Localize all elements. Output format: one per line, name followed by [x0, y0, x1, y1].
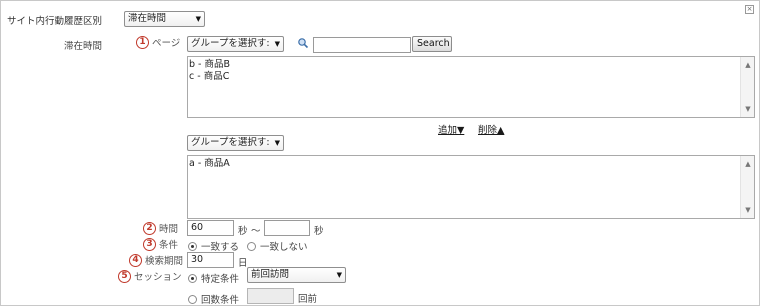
- scroll-down-icon[interactable]: ▼: [741, 204, 755, 216]
- list-scrollbar[interactable]: ▲ ▼: [740, 57, 754, 117]
- scroll-down-icon[interactable]: ▼: [741, 103, 755, 115]
- period-input[interactable]: 30: [187, 252, 234, 268]
- session-row-label: 5 セッション: [118, 269, 182, 283]
- available-pages-list[interactable]: b - 商品B c - 商品C ▲ ▼: [187, 56, 755, 118]
- condition-row-label: 3 条件: [143, 237, 178, 251]
- behavior-type-label: サイト内行動履歴区別: [7, 16, 103, 27]
- time-to-unit: 秒: [314, 226, 324, 237]
- period-row-label: 4 検索期間: [129, 253, 183, 267]
- time-row-label: 2 時間: [143, 221, 178, 235]
- chevron-down-icon: ▼: [195, 15, 201, 23]
- behavior-type-value: 滞在時間: [128, 13, 167, 24]
- radio-unchecked-icon[interactable]: [188, 294, 197, 304]
- search-icon: [298, 38, 309, 49]
- search-button[interactable]: Search: [412, 36, 452, 52]
- selected-group-select[interactable]: グループを選択す: ▼: [187, 135, 284, 151]
- session-specific-label: 特定条件: [201, 274, 240, 285]
- session-specific-radio[interactable]: 特定条件: [188, 271, 239, 285]
- time-from-unit: 秒: [238, 226, 248, 237]
- condition-match-radio[interactable]: 一致する: [188, 239, 239, 253]
- time-tilde: ～: [251, 226, 261, 237]
- time-to-input[interactable]: [264, 220, 310, 236]
- radio-unchecked-icon[interactable]: [247, 241, 256, 251]
- search-input[interactable]: [313, 37, 411, 53]
- delete-button[interactable]: 削除▲: [478, 122, 504, 136]
- chevron-down-icon: ▼: [274, 40, 280, 48]
- selected-group-value: グループを選択す:: [191, 137, 270, 148]
- session-count-label: 回数条件: [201, 295, 240, 306]
- list-item[interactable]: b - 商品B: [189, 59, 738, 71]
- step-number-badge: 4: [129, 253, 142, 267]
- close-icon[interactable]: ×: [745, 5, 754, 14]
- page-label-text: ページ: [152, 38, 181, 49]
- session-specific-select[interactable]: 前回訪問 ▼: [247, 267, 346, 283]
- time-label-text: 時間: [159, 224, 179, 235]
- condition-nomatch-radio[interactable]: 一致しない: [247, 239, 308, 253]
- condition-label-text: 条件: [159, 240, 179, 251]
- step-number-badge: 3: [143, 237, 156, 251]
- radio-checked-icon[interactable]: [188, 273, 197, 283]
- list-item[interactable]: c - 商品C: [189, 71, 738, 83]
- chevron-down-icon: ▼: [274, 139, 280, 147]
- behavior-filter-panel: × サイト内行動履歴区別 滞在時間 ▼ 滞在時間 1 ページ グループを選択す:…: [0, 0, 760, 306]
- session-label-text: セッション: [134, 272, 182, 283]
- period-label-text: 検索期間: [145, 256, 184, 267]
- list-scrollbar[interactable]: ▲ ▼: [740, 156, 754, 218]
- scroll-up-icon[interactable]: ▲: [741, 59, 755, 71]
- time-from-input[interactable]: 60: [187, 220, 234, 236]
- condition-nomatch-label: 一致しない: [260, 242, 308, 253]
- session-specific-value: 前回訪問: [251, 269, 290, 280]
- period-unit: 日: [238, 258, 248, 269]
- session-count-input[interactable]: [247, 288, 294, 304]
- section-label: 滞在時間: [64, 41, 103, 52]
- step-number-badge: 1: [136, 35, 149, 49]
- session-count-radio[interactable]: 回数条件: [188, 292, 239, 306]
- chevron-down-icon: ▼: [336, 271, 342, 279]
- step-number-badge: 5: [118, 269, 131, 283]
- scroll-up-icon[interactable]: ▲: [741, 158, 755, 170]
- page-row-label: 1 ページ: [136, 35, 180, 49]
- radio-checked-icon[interactable]: [188, 241, 197, 251]
- step-number-badge: 2: [143, 221, 156, 235]
- selected-pages-list[interactable]: a - 商品A ▲ ▼: [187, 155, 755, 219]
- session-count-unit: 回前: [298, 294, 318, 305]
- page-group-value: グループを選択す:: [191, 38, 270, 49]
- condition-match-label: 一致する: [201, 242, 240, 253]
- add-button[interactable]: 追加▼: [438, 122, 464, 136]
- behavior-type-select[interactable]: 滞在時間 ▼: [124, 11, 205, 27]
- list-item[interactable]: a - 商品A: [189, 158, 738, 170]
- page-group-select[interactable]: グループを選択す: ▼: [187, 36, 284, 52]
